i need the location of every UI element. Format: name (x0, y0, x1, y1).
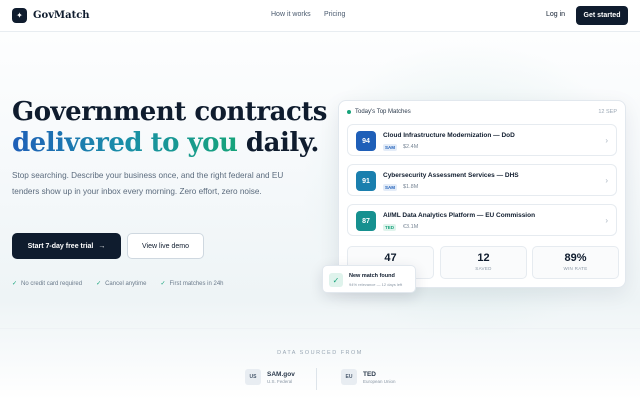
source-sam-gov: US SAM.gov U.S. Federal (245, 369, 295, 385)
source-name: SAM.gov (267, 370, 295, 378)
source-desc: European Union (363, 378, 396, 384)
headline-line-1: Government contracts (12, 97, 327, 127)
data-sources-label: DATA SOURCED FROM (277, 350, 363, 356)
match-title: Cybersecurity Assessment Services — DHS (383, 172, 519, 179)
start-trial-button[interactable]: Start 7-day free trial → (12, 233, 121, 259)
benefit-label: Cancel anytime (105, 281, 147, 287)
us-flag-icon: US (245, 369, 261, 385)
matches-title-text: Today's Top Matches (355, 109, 411, 115)
hero-subtitle: Stop searching. Describe your business o… (12, 171, 284, 196)
source-name: TED (363, 370, 376, 378)
headline-line-2-rest: daily. (237, 128, 319, 158)
match-amount: $1.8M (403, 184, 419, 190)
match-title: AI/ML Data Analytics Platform — EU Commi… (383, 212, 536, 219)
get-started-button[interactable]: Get started (576, 6, 628, 25)
start-trial-label: Start 7-day free trial (27, 242, 94, 250)
stat-value: 89% (564, 252, 587, 264)
match-score-badge: 94 (356, 131, 376, 151)
check-icon: ✓ (329, 273, 343, 287)
brand-logo[interactable]: ✦ GovMatch (12, 8, 90, 23)
toast-title: New match found (349, 273, 395, 279)
stat-label: SAVED (475, 266, 492, 271)
source-tag: SAM (383, 184, 397, 191)
check-icon: ✓ (12, 281, 18, 287)
source-separator (316, 368, 317, 390)
match-amount: $2.4M (403, 144, 419, 150)
hero-headline: Government contracts delivered to you da… (12, 97, 327, 159)
nav-how-it-works[interactable]: How it works (271, 11, 311, 18)
hero-benefits: ✓ No credit card required ✓ Cancel anytime… (12, 280, 224, 287)
site-header: ✦ GovMatch How it works Pricing Log in G… (0, 0, 640, 32)
nav-pricing[interactable]: Pricing (324, 11, 345, 18)
sparkle-icon: ✦ (12, 8, 27, 23)
source-desc: U.S. Federal (267, 378, 293, 384)
match-score-badge: 91 (356, 171, 376, 191)
brand-name: GovMatch (33, 10, 90, 21)
matches-card: Today's Top Matches 12 SEP 94 Cloud Infr… (338, 100, 626, 288)
eu-flag-icon: EU (341, 369, 357, 385)
benefit-item: ✓ Cancel anytime (96, 280, 146, 287)
source-tag: TED (383, 224, 396, 231)
chevron-right-icon: › (605, 136, 608, 145)
chevron-right-icon: › (605, 176, 608, 185)
view-demo-button[interactable]: View live demo (127, 233, 204, 259)
match-title: Cloud Infrastructure Modernization — DoD (383, 132, 515, 139)
stat-label: WIN RATE (563, 266, 588, 271)
benefit-label: First matches in 24h (169, 281, 224, 287)
live-dot-icon (347, 110, 351, 114)
match-row[interactable]: 94 Cloud Infrastructure Modernization — … (347, 124, 617, 156)
benefit-item: ✓ First matches in 24h (160, 280, 223, 287)
match-score-badge: 87 (356, 211, 376, 231)
login-link[interactable]: Log in (546, 11, 565, 18)
stat-value: 12 (477, 252, 490, 264)
stat-win-rate: 89% WIN RATE (532, 246, 619, 279)
toast-subtitle: 94% relevance — 12 days left (349, 282, 403, 287)
section-divider (0, 328, 640, 329)
benefit-item: ✓ No credit card required (12, 280, 82, 287)
matches-date: 12 SEP (598, 109, 617, 115)
stat-value: 47 (384, 252, 397, 264)
arrow-right-icon: → (98, 242, 106, 250)
new-match-toast[interactable]: ✓ New match found 94% relevance — 12 day… (322, 265, 416, 293)
stat-saved: 12 SAVED (440, 246, 527, 279)
source-ted: EU TED European Union (341, 369, 396, 385)
chevron-right-icon: › (605, 216, 608, 225)
check-icon: ✓ (96, 281, 102, 287)
source-tag: SAM (383, 144, 397, 151)
check-icon: ✓ (160, 281, 166, 287)
match-amount: €3.1M (403, 224, 419, 230)
match-row[interactable]: 91 Cybersecurity Assessment Services — D… (347, 164, 617, 196)
match-row[interactable]: 87 AI/ML Data Analytics Platform — EU Co… (347, 204, 617, 236)
headline-highlight: delivered to you (12, 128, 238, 158)
matches-card-title: Today's Top Matches (347, 109, 411, 115)
benefit-label: No credit card required (21, 281, 83, 287)
